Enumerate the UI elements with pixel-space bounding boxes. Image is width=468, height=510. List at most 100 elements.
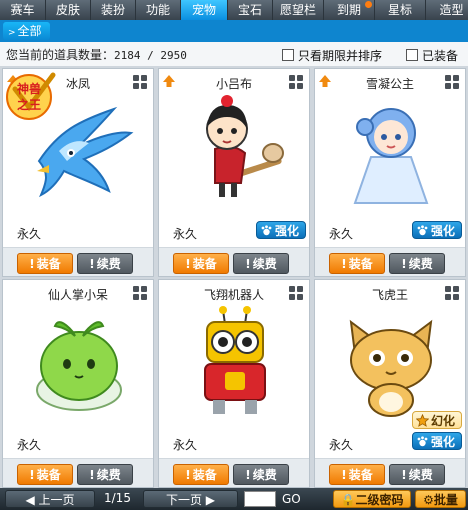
expiry-sort-checkbox[interactable]: 只看期限并排序 xyxy=(282,47,382,64)
page-number-input[interactable] xyxy=(244,491,276,507)
card-actions: ! 装备 ! 续费 xyxy=(159,247,309,276)
renew-button[interactable]: ! 续费 xyxy=(389,253,445,274)
tab-label: 功能 xyxy=(145,3,170,17)
exclamation-icon: ! xyxy=(185,257,191,271)
renew-label: 续费 xyxy=(96,468,121,482)
chevron-right-icon: > xyxy=(8,28,16,38)
equip-label: 装备 xyxy=(36,257,61,271)
equipped-checkbox[interactable]: 已装备 xyxy=(406,47,458,64)
renew-label: 续费 xyxy=(408,257,433,271)
subtab-all[interactable]: > 全部 xyxy=(3,22,50,40)
renew-label: 续费 xyxy=(96,257,121,271)
checkbox-label: 只看期限并排序 xyxy=(298,49,383,63)
details-grid-icon[interactable] xyxy=(445,286,459,300)
renew-label: 续费 xyxy=(252,468,277,482)
renew-button[interactable]: ! 续费 xyxy=(77,464,133,485)
pet-card[interactable]: 飞虎王 永久 幻化 强化 ! 装备 ! 续费 xyxy=(314,279,466,488)
checkbox-icon xyxy=(406,49,418,61)
prev-page-button[interactable]: ◀ 上一页 xyxy=(5,490,95,508)
pet-card[interactable]: 雪凝公主 永久 强化 ! 装备 ! 续费 xyxy=(314,68,466,277)
equip-button[interactable]: ! 装备 xyxy=(173,253,229,274)
tab-function[interactable]: 功能 xyxy=(136,0,181,20)
details-grid-icon[interactable] xyxy=(445,75,459,89)
pet-card[interactable]: 仙人掌小呆 永久 ! 装备 ! 续费 xyxy=(2,279,154,488)
pet-name: 飞翔机器人 xyxy=(203,288,264,302)
svg-text:神兽: 神兽 xyxy=(17,81,41,96)
pet-name: 雪凝公主 xyxy=(365,77,414,91)
page-indicator: 1/15 xyxy=(104,491,131,505)
tab-outfit[interactable]: 装扮 xyxy=(91,0,136,20)
tab-style[interactable]: 造型 xyxy=(426,0,468,20)
details-grid-icon[interactable] xyxy=(133,286,147,300)
duration-label: 永久 xyxy=(329,438,354,452)
paw-icon xyxy=(417,436,428,447)
equip-button[interactable]: ! 装备 xyxy=(17,464,73,485)
badge-label: 强化 xyxy=(274,224,299,238)
equip-button[interactable]: ! 装备 xyxy=(329,464,385,485)
equip-label: 装备 xyxy=(192,468,217,482)
tab-label: 到期 xyxy=(336,3,361,17)
next-page-button[interactable]: 下一页 ▶ xyxy=(143,490,238,508)
pet-name: 仙人掌小呆 xyxy=(47,288,108,302)
new-dot-icon xyxy=(365,1,372,8)
tab-label: 星标 xyxy=(387,3,412,17)
batch-label: 批量 xyxy=(433,493,458,507)
tab-skin[interactable]: 皮肤 xyxy=(46,0,91,20)
tab-expiring[interactable]: 到期 xyxy=(324,0,375,20)
renew-button[interactable]: ! 续费 xyxy=(233,464,289,485)
enhance-badge[interactable]: 强化 xyxy=(255,221,306,239)
equip-button[interactable]: ! 装备 xyxy=(17,253,73,274)
flying-robot-image xyxy=(204,306,266,414)
batch-button[interactable]: ⚙批量 xyxy=(415,490,466,508)
card-actions: ! 装备 ! 续费 xyxy=(3,247,153,276)
card-actions: ! 装备 ! 续费 xyxy=(159,458,309,487)
subcategory-bar: > 全部 xyxy=(0,20,468,42)
equip-label: 装备 xyxy=(348,257,373,271)
renew-button[interactable]: ! 续费 xyxy=(389,464,445,485)
details-grid-icon[interactable] xyxy=(133,75,147,89)
equip-button[interactable]: ! 装备 xyxy=(173,464,229,485)
paw-icon xyxy=(417,225,428,236)
renew-button[interactable]: ! 续费 xyxy=(77,253,133,274)
duration-label: 永久 xyxy=(173,227,198,241)
enhance-badge[interactable]: 强化 xyxy=(411,221,462,239)
badge-label: 幻化 xyxy=(430,414,455,428)
duration-label: 永久 xyxy=(17,227,42,241)
transform-badge[interactable]: 幻化 xyxy=(411,411,462,429)
go-button[interactable]: GO xyxy=(282,490,301,508)
details-grid-icon[interactable] xyxy=(289,286,303,300)
snow-princess-image xyxy=(353,108,429,204)
tab-label: 宝石 xyxy=(237,3,262,17)
tab-wishlist[interactable]: 愿望栏 xyxy=(273,0,324,20)
tab-label: 装扮 xyxy=(100,3,125,17)
exclamation-icon: ! xyxy=(89,257,95,271)
count-row: 您当前的道具数量：2184 / 2950 只看期限并排序 已装备 xyxy=(0,42,468,67)
pet-card[interactable]: 冰凤 神兽 之王 永久 ! 装备 ! 续费 xyxy=(2,68,154,277)
tab-gem[interactable]: 宝石 xyxy=(228,0,273,20)
secondary-password-button[interactable]: 🔒二级密码 xyxy=(333,490,411,508)
renew-button[interactable]: ! 续费 xyxy=(233,253,289,274)
pet-card[interactable]: 小吕布 永久 强化 ! 装备 ! 续费 xyxy=(158,68,310,277)
exclamation-icon: ! xyxy=(341,257,347,271)
item-count-label: 您当前的道具数量： xyxy=(6,48,115,62)
pet-card[interactable]: 飞翔机器人 永久 ! 装备 ! 续费 xyxy=(158,279,310,488)
equip-label: 装备 xyxy=(36,468,61,482)
star-icon xyxy=(415,414,429,427)
equip-button[interactable]: ! 装备 xyxy=(329,253,385,274)
details-grid-icon[interactable] xyxy=(289,75,303,89)
checkbox-label: 已装备 xyxy=(422,49,459,63)
pet-name: 飞虎王 xyxy=(371,288,408,302)
category-tabs: 赛车 皮肤 装扮 功能 宠物 宝石 愿望栏 到期 星标 造型 xyxy=(0,0,468,20)
enhance-badge[interactable]: 强化 xyxy=(411,432,462,450)
tab-pet[interactable]: 宠物 xyxy=(181,0,228,20)
secondary-password-label: 二级密码 xyxy=(355,493,404,507)
svg-text:之王: 之王 xyxy=(17,97,41,112)
flying-tiger-king-image xyxy=(349,319,433,417)
exclamation-icon: ! xyxy=(401,468,407,482)
card-actions: ! 装备 ! 续费 xyxy=(315,458,465,487)
tab-racing-car[interactable]: 赛车 xyxy=(0,0,46,20)
subtab-label: 全部 xyxy=(17,24,42,38)
card-actions: ! 装备 ! 续费 xyxy=(3,458,153,487)
tab-star[interactable]: 星标 xyxy=(375,0,426,20)
prev-page-label: 上一页 xyxy=(38,493,75,507)
